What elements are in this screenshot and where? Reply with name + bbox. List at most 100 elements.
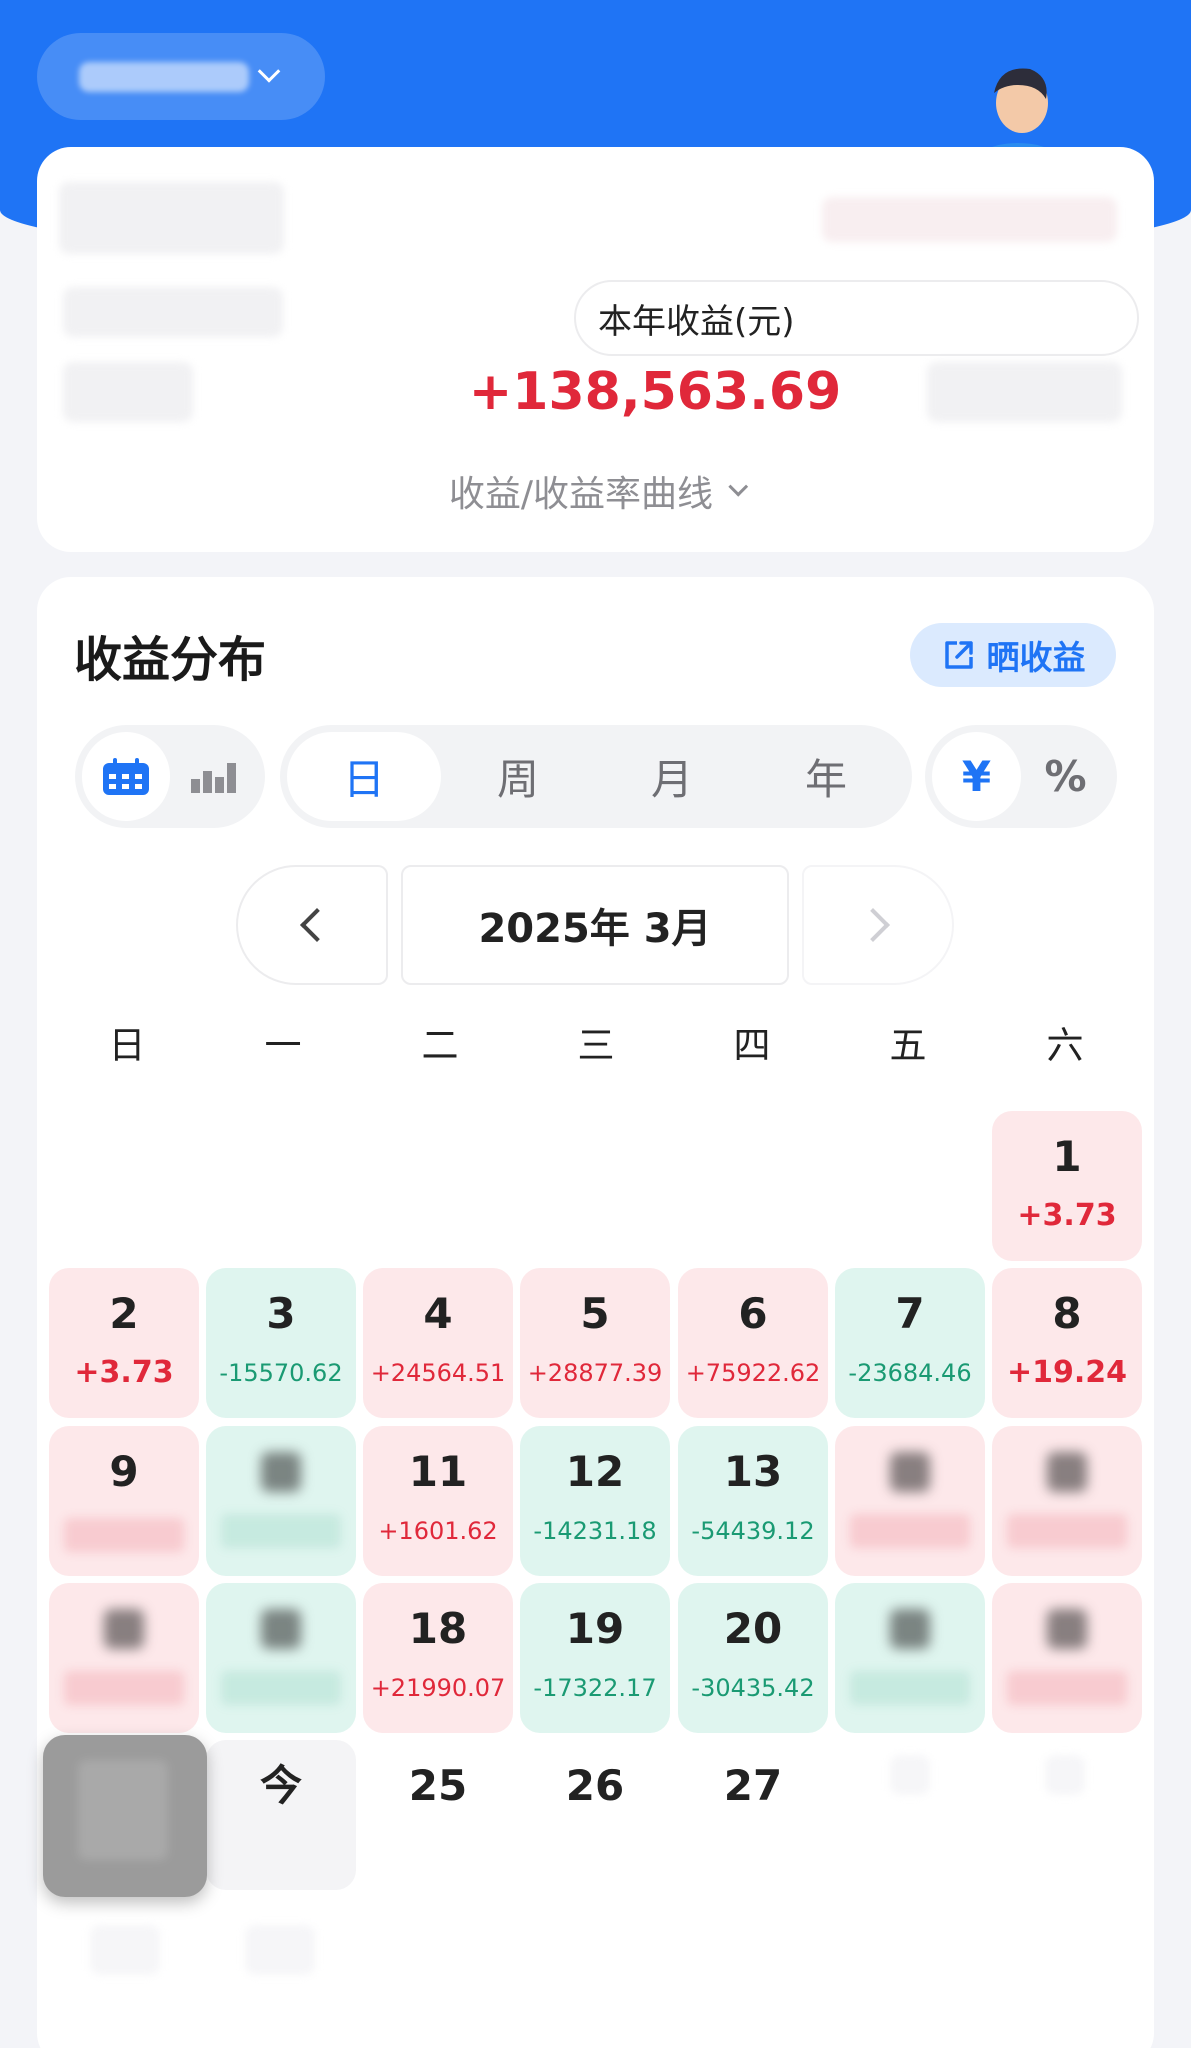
- day-earnings: -14231.18: [533, 1517, 657, 1545]
- calendar-day-cell[interactable]: 25: [363, 1740, 513, 1890]
- chevron-left-icon: [300, 908, 334, 942]
- calendar-day-cell[interactable]: 5 +28877.39: [520, 1268, 670, 1418]
- period-day-tab[interactable]: 日: [287, 732, 441, 821]
- day-number: 8: [1052, 1289, 1082, 1338]
- day-earnings: -15570.62: [219, 1359, 343, 1387]
- prev-month-button[interactable]: [236, 865, 388, 985]
- calendar-day-cell[interactable]: 18 +21990.07: [363, 1583, 513, 1733]
- calendar-day-cell[interactable]: 11 +1601.62: [363, 1426, 513, 1576]
- period-month-tab[interactable]: 月: [595, 732, 749, 821]
- blurred-day: [890, 1755, 930, 1795]
- day-earnings-blurred: [1007, 1514, 1127, 1548]
- calendar-today-cell[interactable]: 今: [206, 1740, 356, 1890]
- day-number: 6: [738, 1289, 768, 1338]
- period-year-tab[interactable]: 年: [749, 732, 903, 821]
- share-earnings-button[interactable]: 晒收益: [910, 623, 1116, 687]
- chevron-down-icon: [728, 476, 749, 497]
- day-number: 5: [580, 1289, 610, 1338]
- day-earnings: +3.73: [1017, 1198, 1117, 1233]
- day-number-blurred: [104, 1609, 144, 1649]
- section-title: 收益分布: [74, 632, 267, 688]
- day-earnings-blurred: [64, 1671, 184, 1705]
- next-month-button[interactable]: [802, 865, 954, 985]
- calendar-day-cell[interactable]: 7 -23684.46: [835, 1268, 985, 1418]
- calendar-day-cell[interactable]: 6 +75922.62: [678, 1268, 828, 1418]
- calendar-day-cell[interactable]: 9: [49, 1426, 199, 1576]
- day-number: 9: [109, 1447, 139, 1496]
- day-number: 3: [266, 1289, 296, 1338]
- account-selector[interactable]: [37, 33, 325, 120]
- calendar-day-cell[interactable]: [992, 1583, 1142, 1733]
- calendar-day-cell[interactable]: [835, 1583, 985, 1733]
- day-number: 26: [565, 1761, 625, 1810]
- calendar-day-cell[interactable]: 12 -14231.18: [520, 1426, 670, 1576]
- calendar-day-cell[interactable]: 8 +19.24: [992, 1268, 1142, 1418]
- weekday-label: 一: [264, 1024, 302, 1067]
- bar-chart-icon: [191, 762, 236, 793]
- day-number-blurred: [261, 1609, 301, 1649]
- calendar-day-cell[interactable]: [835, 1426, 985, 1576]
- blurred-day: [90, 1925, 160, 1975]
- calendar-day-cell[interactable]: [992, 1426, 1142, 1576]
- weekday-label: 四: [733, 1024, 771, 1067]
- day-number: 27: [723, 1761, 783, 1810]
- day-number: 1: [1052, 1132, 1082, 1181]
- calendar-day-cell[interactable]: [49, 1583, 199, 1733]
- chevron-right-icon: [856, 908, 890, 942]
- day-earnings-blurred: [221, 1671, 341, 1705]
- day-number: 20: [723, 1604, 783, 1653]
- day-earnings: +28877.39: [527, 1359, 663, 1387]
- calendar-view-button[interactable]: [82, 732, 170, 821]
- blurred-info: [822, 197, 1117, 242]
- day-earnings-blurred: [850, 1671, 970, 1705]
- calendar-day-cell[interactable]: 3 -15570.62: [206, 1268, 356, 1418]
- calendar-day-cell[interactable]: 2 +3.73: [49, 1268, 199, 1418]
- day-earnings: +19.24: [1006, 1355, 1128, 1390]
- day-earnings: -17322.17: [533, 1674, 657, 1702]
- curve-toggle[interactable]: 收益/收益率曲线: [430, 466, 760, 516]
- day-number-blurred: [1047, 1609, 1087, 1649]
- floating-overlay-button[interactable]: [43, 1735, 207, 1897]
- day-earnings-blurred: [1007, 1671, 1127, 1705]
- unit-toggle: ¥ %: [925, 725, 1117, 828]
- calendar-day-cell[interactable]: [206, 1583, 356, 1733]
- period-toggle: 日 周 月 年: [280, 725, 912, 828]
- calendar-day-cell[interactable]: 1 +3.73: [992, 1111, 1142, 1261]
- blurred-info: [63, 287, 283, 337]
- calendar-day-cell[interactable]: 19 -17322.17: [520, 1583, 670, 1733]
- day-earnings: +1601.62: [378, 1517, 498, 1545]
- day-number: 4: [423, 1289, 453, 1338]
- day-earnings: +21990.07: [370, 1674, 506, 1702]
- calendar-day-cell[interactable]: 20 -30435.42: [678, 1583, 828, 1733]
- day-number-blurred: [890, 1609, 930, 1649]
- day-number: 25: [408, 1761, 468, 1810]
- day-number: 13: [723, 1447, 783, 1496]
- year-earnings-label-text: 本年收益(元): [598, 301, 795, 342]
- bar-chart-view-button[interactable]: [170, 732, 258, 821]
- unit-percent-button[interactable]: %: [1021, 732, 1110, 821]
- day-earnings-blurred: [850, 1514, 970, 1548]
- unit-amount-button[interactable]: ¥: [932, 732, 1021, 821]
- calendar-day-cell[interactable]: 4 +24564.51: [363, 1268, 513, 1418]
- period-week-tab[interactable]: 周: [441, 732, 595, 821]
- chevron-down-icon: [257, 59, 281, 83]
- share-earnings-label: 晒收益: [986, 638, 1086, 677]
- weekday-label: 三: [577, 1024, 615, 1067]
- calendar-day-cell[interactable]: 13 -54439.12: [678, 1426, 828, 1576]
- month-label: 2025年 3月: [401, 865, 789, 985]
- calendar-day-cell[interactable]: [206, 1426, 356, 1576]
- day-earnings: -30435.42: [691, 1674, 815, 1702]
- weekday-label: 五: [889, 1024, 927, 1067]
- year-earnings-label: 本年收益(元): [574, 280, 1139, 356]
- day-number-blurred: [890, 1452, 930, 1492]
- calendar-day-cell[interactable]: 27: [678, 1740, 828, 1890]
- blurred-day: [245, 1925, 315, 1975]
- weekday-label: 六: [1046, 1024, 1084, 1067]
- day-earnings-blurred: [221, 1514, 341, 1548]
- calendar-day-cell[interactable]: 26: [520, 1740, 670, 1890]
- calendar-icon: [103, 757, 149, 795]
- floating-overlay-content: [78, 1760, 168, 1860]
- day-earnings: +3.73: [74, 1355, 174, 1390]
- day-number-blurred: [1047, 1452, 1087, 1492]
- day-number: 18: [408, 1604, 468, 1653]
